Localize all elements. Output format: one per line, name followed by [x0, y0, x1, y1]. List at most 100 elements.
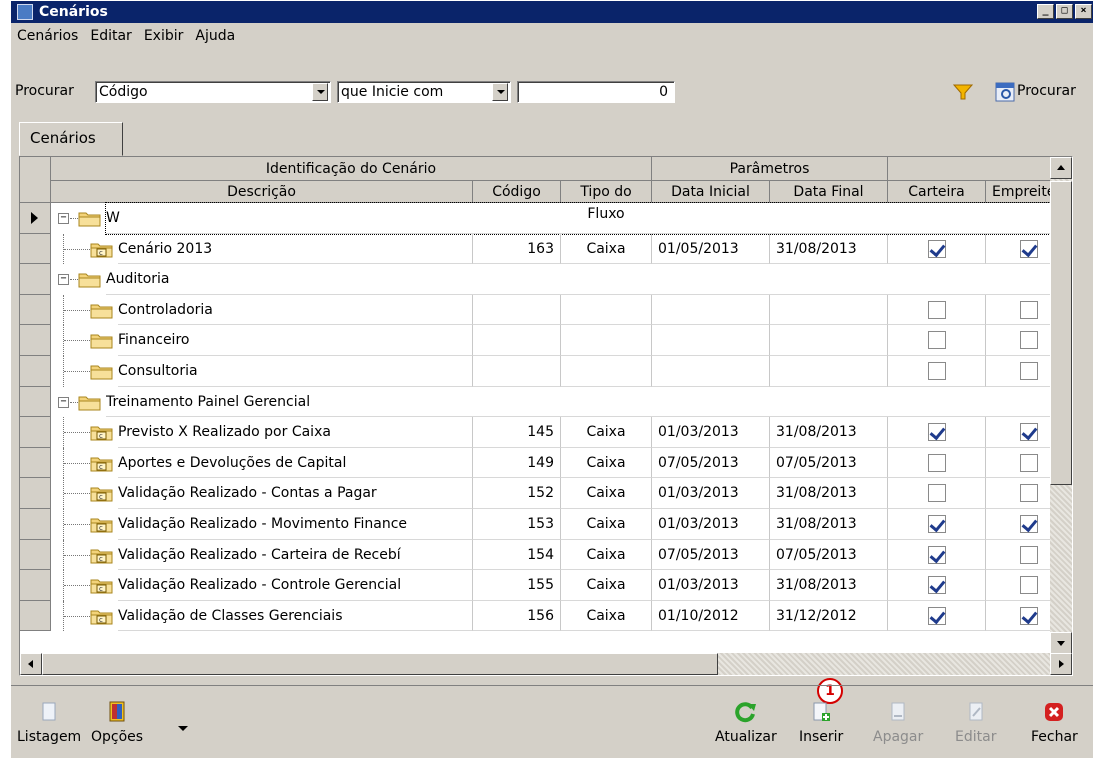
- col-header-empreite[interactable]: Empreite: [986, 181, 1052, 203]
- cell-code[interactable]: 155: [473, 570, 561, 601]
- cell-description[interactable]: Controladoria: [118, 294, 473, 326]
- cell-end[interactable]: 31/12/2012: [770, 600, 888, 632]
- tab-cenarios[interactable]: Cenários: [19, 122, 123, 156]
- cell-empreite[interactable]: [986, 233, 1052, 265]
- col-header-codigo[interactable]: Código: [473, 181, 561, 203]
- row-indicator[interactable]: [20, 417, 51, 448]
- table-row[interactable]: c Validação Realizado - Controle Gerencia…: [20, 570, 1052, 601]
- table-row[interactable]: c Validação Realizado - Contas a Pagar 152…: [20, 478, 1052, 509]
- cell-flow[interactable]: [561, 294, 652, 326]
- expand-toggle[interactable]: −: [58, 213, 69, 224]
- cell-code[interactable]: [473, 356, 561, 387]
- empreite-checkbox[interactable]: [1020, 545, 1038, 564]
- carteira-checkbox[interactable]: [928, 484, 946, 503]
- cell-description[interactable]: Auditoria: [106, 264, 1052, 295]
- cell-empreite[interactable]: [986, 539, 1052, 571]
- cell-flow[interactable]: Caixa: [561, 570, 652, 601]
- cell-description[interactable]: Aportes e Devoluções de Capital: [118, 447, 473, 479]
- cell-start[interactable]: 01/03/2013: [652, 417, 770, 448]
- cell-end[interactable]: 07/05/2013: [770, 539, 888, 571]
- cell-description[interactable]: Validação Realizado - Controle Gerencial: [118, 570, 473, 601]
- carteira-checkbox[interactable]: [928, 545, 946, 564]
- cell-code[interactable]: 163: [473, 233, 561, 265]
- empreite-checkbox[interactable]: [1020, 576, 1038, 595]
- carteira-checkbox[interactable]: [928, 606, 946, 625]
- cell-empreite[interactable]: [986, 356, 1052, 387]
- table-row[interactable]: Controladoria: [20, 294, 1052, 326]
- empreite-checkbox[interactable]: [1020, 331, 1038, 350]
- row-indicator[interactable]: [20, 386, 51, 418]
- menu-editar[interactable]: Editar: [84, 25, 137, 47]
- carteira-checkbox[interactable]: [928, 515, 946, 533]
- table-row[interactable]: Consultoria: [20, 356, 1052, 387]
- cell-code[interactable]: 156: [473, 600, 561, 632]
- cell-description[interactable]: Financeiro: [118, 325, 473, 356]
- table-row[interactable]: c Validação Realizado - Carteira de Receb…: [20, 539, 1052, 571]
- cell-description[interactable]: Validação de Classes Gerenciais: [118, 600, 473, 632]
- atualizar-button[interactable]: Atualizar: [715, 701, 777, 745]
- expand-toggle[interactable]: −: [58, 274, 69, 286]
- cell-flow[interactable]: Caixa: [561, 233, 652, 265]
- search-operator-select[interactable]: que Inicie com: [337, 81, 511, 103]
- row-indicator[interactable]: [20, 325, 51, 356]
- chevron-down-icon[interactable]: [312, 83, 328, 101]
- cell-empreite[interactable]: [986, 570, 1052, 601]
- table-row[interactable]: − Treinamento Painel Gerencial: [20, 386, 1052, 418]
- carteira-checkbox[interactable]: [928, 362, 946, 380]
- cell-code[interactable]: 145: [473, 417, 561, 448]
- cell-empreite[interactable]: [986, 417, 1052, 448]
- search-icon[interactable]: [995, 82, 1015, 102]
- cell-start[interactable]: 01/03/2013: [652, 478, 770, 509]
- col-header-carteira[interactable]: Carteira: [888, 181, 986, 203]
- empreite-checkbox[interactable]: [1020, 300, 1038, 319]
- row-indicator[interactable]: [20, 356, 51, 387]
- close-window-button[interactable]: ×: [1075, 4, 1092, 19]
- filter-icon[interactable]: [953, 83, 973, 101]
- cell-empreite[interactable]: [986, 294, 1052, 326]
- cell-code[interactable]: [473, 294, 561, 326]
- table-row[interactable]: c Cenário 2013 163 Caixa 01/05/2013 31/08/201…: [20, 233, 1052, 265]
- empreite-checkbox[interactable]: [1020, 515, 1038, 533]
- table-row[interactable]: c Previsto X Realizado por Caixa 145 Caixa 0…: [20, 417, 1052, 448]
- cell-description[interactable]: Validação Realizado - Contas a Pagar: [118, 478, 473, 509]
- cell-end[interactable]: [770, 325, 888, 356]
- cell-code[interactable]: [473, 325, 561, 356]
- cell-start[interactable]: [652, 325, 770, 356]
- cell-description[interactable]: Validação Realizado - Movimento Finance: [118, 509, 473, 540]
- table-row[interactable]: Financeiro: [20, 325, 1052, 356]
- cell-code[interactable]: 153: [473, 509, 561, 540]
- table-row[interactable]: c Validação de Classes Gerenciais 156 Caixa…: [20, 600, 1052, 632]
- search-button[interactable]: Procurar: [1017, 83, 1076, 99]
- cell-start[interactable]: [652, 294, 770, 326]
- menu-exibir[interactable]: Exibir: [138, 25, 190, 47]
- editar-button[interactable]: Editar: [955, 701, 996, 745]
- table-row[interactable]: c Validação Realizado - Movimento Finance…: [20, 509, 1052, 540]
- menu-ajuda[interactable]: Ajuda: [189, 25, 241, 47]
- row-indicator[interactable]: [20, 294, 51, 326]
- vertical-scroll-thumb[interactable]: [1050, 181, 1072, 485]
- apagar-button[interactable]: Apagar: [873, 701, 923, 745]
- vertical-scrollbar[interactable]: [1050, 157, 1072, 654]
- cell-description[interactable]: Consultoria: [118, 356, 473, 387]
- carteira-checkbox[interactable]: [928, 300, 946, 319]
- cell-description[interactable]: Cenário 2013: [118, 233, 473, 265]
- cell-empreite[interactable]: [986, 509, 1052, 540]
- cell-empreite[interactable]: [986, 478, 1052, 509]
- carteira-checkbox[interactable]: [928, 331, 946, 350]
- cell-description[interactable]: Previsto X Realizado por Caixa: [118, 417, 473, 448]
- empreite-checkbox[interactable]: [1020, 239, 1038, 258]
- row-indicator[interactable]: [20, 264, 51, 295]
- row-indicator[interactable]: [20, 447, 51, 479]
- listagem-button[interactable]: Listagem: [17, 701, 81, 745]
- cell-flow[interactable]: Caixa: [561, 509, 652, 540]
- empreite-checkbox[interactable]: [1020, 453, 1038, 472]
- cell-empreite[interactable]: [986, 447, 1052, 479]
- cell-start[interactable]: 01/03/2013: [652, 509, 770, 540]
- cell-start[interactable]: 01/05/2013: [652, 233, 770, 265]
- cell-flow[interactable]: Caixa: [561, 447, 652, 479]
- row-indicator[interactable]: [20, 600, 51, 632]
- scroll-right-button[interactable]: [1050, 653, 1072, 675]
- row-indicator[interactable]: [20, 478, 51, 509]
- carteira-checkbox[interactable]: [928, 239, 946, 258]
- cell-start[interactable]: [652, 356, 770, 387]
